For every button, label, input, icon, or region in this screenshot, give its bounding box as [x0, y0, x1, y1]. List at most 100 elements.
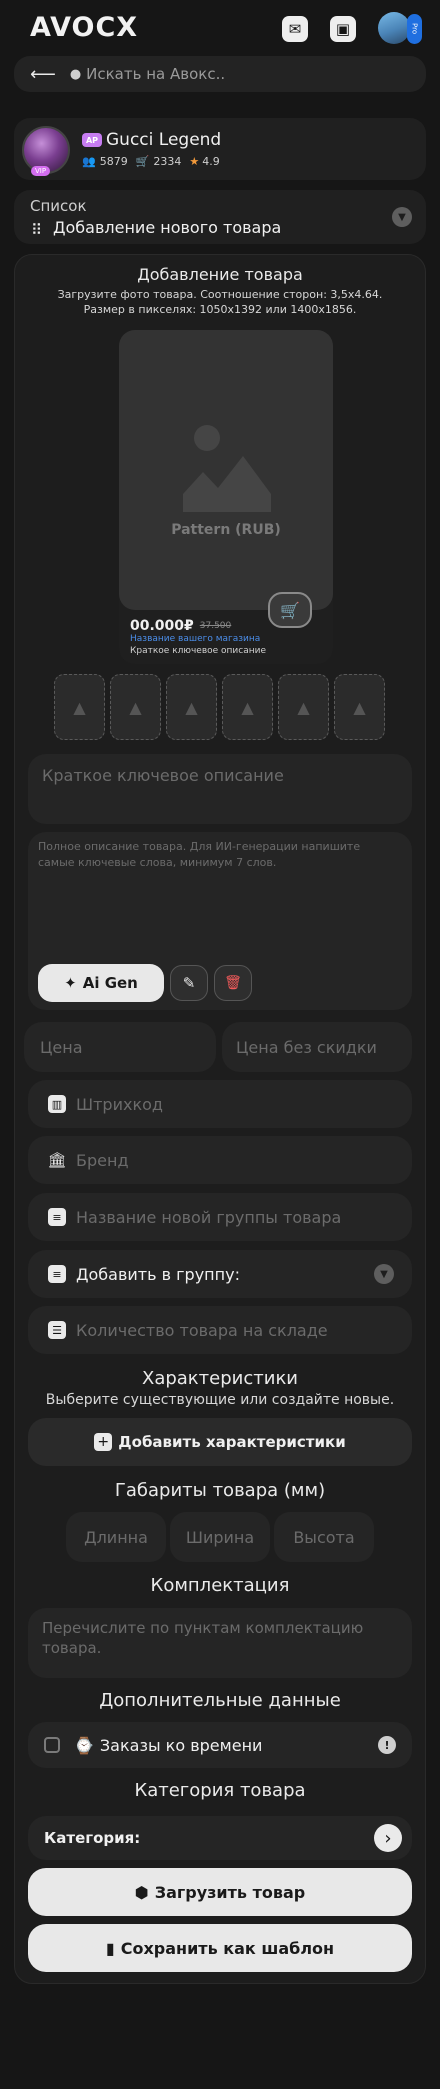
back-arrow-icon[interactable]: ⟵	[30, 64, 56, 85]
save-template-label: Сохранить как шаблон	[120, 1938, 335, 1958]
width-input[interactable]: Ширина	[170, 1512, 270, 1562]
grid-icon: ⠿	[31, 221, 42, 239]
box-icon: ⬢	[134, 1882, 149, 1902]
add-characteristics-label: Добавить характеристики	[118, 1433, 346, 1451]
group-name-input[interactable]: ≡ Название новой группы товара	[28, 1193, 412, 1241]
full-description-placeholder: Полное описание товара. Для ИИ-генерации…	[38, 840, 361, 869]
magic-wand-button[interactable]: ✎	[170, 965, 208, 1001]
category-label: Категория:	[44, 1829, 141, 1847]
extra-title: Дополнительные данные	[99, 1690, 341, 1711]
kit-placeholder: Перечислите по пунктам комплектацию това…	[42, 1619, 364, 1657]
followers-count: 5879	[99, 155, 128, 168]
upload-product-label: Загрузить товар	[154, 1882, 306, 1902]
length-input[interactable]: Длинна	[66, 1512, 166, 1562]
barcode-input[interactable]: ▥ Штрихкод	[28, 1080, 412, 1128]
list-label: Список	[30, 197, 87, 215]
add-to-group-label: Добавить в группу:	[76, 1264, 240, 1284]
user-name[interactable]: Gucci Legend	[106, 130, 221, 150]
ai-gen-label: Ai Gen	[82, 974, 138, 992]
ai-gen-button[interactable]: ✦ Ai Gen	[38, 964, 164, 1002]
image-icon: ▲	[297, 697, 310, 717]
image-icon: ▲	[353, 697, 366, 717]
preview-short-desc: Краткое ключевое описание	[130, 646, 267, 656]
image-icon: ▲	[241, 697, 254, 717]
stock-input[interactable]: ☰ Количество товара на складе	[28, 1306, 412, 1354]
plus-icon: +	[94, 1433, 113, 1451]
thumbnail-slot[interactable]: ▲	[166, 674, 217, 740]
add-to-group-dropdown[interactable]: ≡ Добавить в группу: ▼	[28, 1250, 412, 1298]
sparkle-icon: ✦	[64, 974, 77, 992]
star-icon: ★	[189, 155, 200, 168]
magic-wand-icon: ✎	[182, 974, 196, 992]
brand-input[interactable]: 🏛 Бренд	[28, 1136, 412, 1184]
watch-icon: ⌚	[74, 1735, 94, 1755]
short-description-placeholder: Краткое ключевое описание	[42, 766, 284, 785]
characteristics-hint: Выберите существующие или создайте новые…	[45, 1392, 395, 1408]
list-icon: ≡	[48, 1208, 66, 1226]
barcode-icon: ▥	[48, 1095, 66, 1113]
price-no-discount-input[interactable]: Цена без скидки	[222, 1022, 412, 1072]
photo-hint-2: Размер в пикселях: 1050x1392 или 1400x18…	[83, 303, 357, 316]
cart-icon: 🛒	[135, 155, 150, 168]
form-title: Добавление товара	[137, 265, 303, 284]
upload-product-button[interactable]: ⬢ Загрузить товар	[28, 1868, 412, 1916]
price-input[interactable]: Цена	[24, 1022, 216, 1072]
timed-orders-row: ⌚ Заказы ко времени !	[28, 1722, 412, 1768]
thumbnail-slot[interactable]: ▲	[54, 674, 105, 740]
stock-icon: ☰	[48, 1321, 66, 1339]
short-description-field[interactable]	[28, 754, 412, 824]
kit-title: Комплектация	[150, 1575, 290, 1596]
chevron-down-icon[interactable]: ▼	[392, 207, 412, 227]
image-icon: ▲	[73, 697, 86, 717]
thumbnail-slot[interactable]: ▲	[222, 674, 273, 740]
thumbnail-slot[interactable]: ▲	[110, 674, 161, 740]
image-icon: ▲	[185, 697, 198, 717]
image-icon: ▲	[129, 697, 142, 717]
bank-icon: 🏛	[47, 1151, 67, 1169]
template-file-icon: ▮	[105, 1938, 115, 1958]
characteristics-title: Характеристики	[141, 1368, 299, 1389]
delete-button[interactable]: 🗑	[214, 965, 252, 1001]
search-icon: ●	[69, 66, 82, 82]
stock-placeholder: Количество товара на складе	[76, 1320, 328, 1340]
thumbnail-slot[interactable]: ▲	[334, 674, 385, 740]
wallet-icon[interactable]: ▣	[330, 16, 356, 42]
mountains-icon	[183, 456, 271, 512]
chevron-down-icon[interactable]: ▼	[374, 1264, 394, 1284]
price-placeholder: Цена	[40, 1037, 83, 1057]
group-name-placeholder: Название новой группы товара	[76, 1207, 342, 1227]
pattern-label: Pattern (RUB)	[171, 522, 281, 538]
orders-count: 2334	[153, 155, 182, 168]
cart-button[interactable]: 🛒	[268, 592, 312, 628]
brand-placeholder: Бренд	[76, 1150, 129, 1170]
category-title: Категория товара	[134, 1780, 306, 1801]
save-template-button[interactable]: ▮ Сохранить как шаблон	[28, 1924, 412, 1972]
price-row: 00.000₽ 37.500	[130, 618, 231, 634]
photo-hint-1: Загрузите фото товара. Соотношение сторо…	[57, 288, 383, 301]
timed-orders-label: Заказы ко времени	[99, 1735, 263, 1755]
ap-badge: AP	[82, 133, 102, 147]
add-characteristics-button[interactable]: + Добавить характеристики	[28, 1418, 412, 1466]
dimensions-title: Габариты товара (мм)	[114, 1480, 326, 1501]
followers-icon: 👥	[82, 155, 96, 168]
category-selector[interactable]: Категория: ›	[28, 1816, 412, 1860]
preview-price: 00.000₽	[130, 618, 194, 634]
avatar[interactable]	[378, 12, 410, 44]
preview-shop-name: Название вашего магазина	[130, 634, 261, 644]
search-bar[interactable]: ⟵ ● Искать на Авокс..	[14, 56, 426, 92]
logo[interactable]: AVOCX	[30, 12, 138, 43]
list-icon: ≡	[48, 1265, 66, 1283]
barcode-placeholder: Штрихкод	[76, 1094, 163, 1114]
search-input[interactable]: Искать на Авокс..	[86, 65, 225, 83]
list-value[interactable]: Добавление нового товара	[53, 218, 281, 237]
rating-value: 4.9	[202, 155, 220, 168]
mail-icon[interactable]: ✉	[282, 16, 308, 42]
height-input[interactable]: Высота	[274, 1512, 374, 1562]
preview-old-price: 37.500	[199, 621, 232, 631]
chevron-right-icon[interactable]: ›	[374, 1824, 402, 1852]
info-icon[interactable]: !	[378, 1736, 396, 1754]
thumbnail-slot[interactable]: ▲	[278, 674, 329, 740]
timed-orders-checkbox[interactable]	[44, 1737, 60, 1753]
pro-badge: Pro	[407, 14, 422, 44]
user-stats: 👥 5879 🛒 2334 ★ 4.9	[82, 155, 220, 168]
